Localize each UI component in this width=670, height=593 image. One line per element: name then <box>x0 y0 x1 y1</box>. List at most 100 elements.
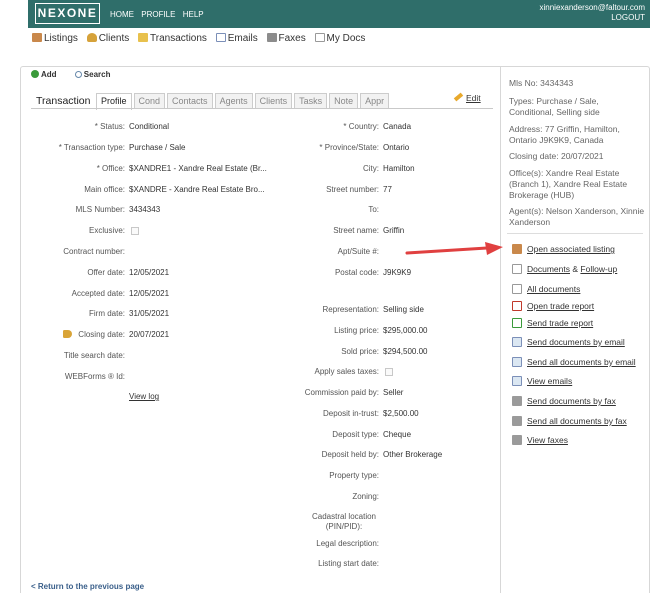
send-all-documents-fax-link[interactable]: Send all documents by fax <box>512 416 627 426</box>
field-street-number: 77 <box>383 185 392 194</box>
person-icon <box>86 33 97 42</box>
action-label: Send documents by email <box>527 337 625 347</box>
logout-link[interactable]: LOGOUT <box>539 13 645 23</box>
tab-tasks[interactable]: Tasks <box>294 93 328 109</box>
search-label: Search <box>83 70 111 79</box>
view-log-link[interactable]: View log <box>129 392 159 401</box>
return-previous-link[interactable]: < Return to the previous page <box>31 582 144 591</box>
module-transactions[interactable]: Transactions <box>138 33 207 44</box>
action-label: Send all documents by email <box>527 357 636 367</box>
search-icon <box>74 71 82 78</box>
documents-icon <box>314 33 325 42</box>
apply-sales-taxes-checkbox[interactable] <box>385 368 393 376</box>
field-transaction-type: Purchase / Sale <box>129 143 186 152</box>
field-firm-date: 31/05/2021 <box>129 309 170 318</box>
module-label: Faxes <box>278 33 306 44</box>
folder-icon <box>138 33 149 42</box>
field-label: Sold price: <box>341 347 379 356</box>
nav-profile[interactable]: PROFILE <box>141 10 175 19</box>
field-label: Commission paid by: <box>304 388 379 397</box>
tab-clients[interactable]: Clients <box>254 93 293 109</box>
mail-icon <box>215 33 226 42</box>
field-city: Hamilton <box>383 164 415 173</box>
field-label: To: <box>368 205 379 214</box>
documents-link[interactable]: Documents <box>527 264 570 274</box>
follow-up-link[interactable]: Follow-up <box>580 264 617 274</box>
action-label: View emails <box>527 376 573 386</box>
tab-appr[interactable]: Appr <box>360 93 390 109</box>
add-button[interactable]: Add <box>31 70 65 79</box>
module-label: Clients <box>98 33 130 44</box>
fax-icon <box>512 396 522 406</box>
toolbar: Add Search <box>31 70 126 79</box>
field-label: Deposit type: <box>332 430 379 439</box>
field-representation: Selling side <box>383 305 424 314</box>
action-label: Send trade report <box>527 318 594 328</box>
house-icon <box>32 33 42 42</box>
document-icon <box>512 264 522 274</box>
nav-help[interactable]: HELP <box>183 10 204 19</box>
field-main-office: $XANDRE - Xandre Real Estate Bro... <box>129 185 265 194</box>
send-all-documents-email-link[interactable]: Send all documents by email <box>512 357 636 367</box>
field-label: Apply sales taxes: <box>314 367 379 376</box>
action-label: Send all documents by fax <box>527 416 627 426</box>
nexone-logo[interactable]: NEXONE <box>35 3 100 24</box>
action-label: Open associated listing <box>527 244 615 254</box>
module-listings[interactable]: Listings <box>32 33 78 44</box>
field-label: Apt/Suite #: <box>337 247 379 256</box>
field-label: Legal description: <box>316 539 379 548</box>
edit-button[interactable]: Edit <box>453 92 481 103</box>
field-postal-code: J9K9K9 <box>383 268 412 277</box>
add-label: Add <box>41 70 57 79</box>
section-title: Transaction <box>36 95 91 107</box>
field-commission-paid-by: Seller <box>383 388 404 397</box>
ampersand: & <box>572 264 579 274</box>
tab-contacts[interactable]: Contacts <box>167 93 213 109</box>
field-label: Deposit in-trust: <box>322 409 379 418</box>
summary-mls: Mls No: 3434343 <box>509 78 574 88</box>
action-label: All documents <box>527 284 581 294</box>
module-clients[interactable]: Clients <box>86 33 130 44</box>
search-button[interactable]: Search <box>74 70 119 79</box>
open-trade-report-link[interactable]: Open trade report <box>512 301 594 311</box>
exclusive-checkbox[interactable] <box>131 227 139 235</box>
send-documents-email-link[interactable]: Send documents by email <box>512 337 625 347</box>
field-status: Conditional <box>129 122 170 131</box>
open-associated-listing-link[interactable]: Open associated listing <box>512 244 615 254</box>
view-emails-link[interactable]: View emails <box>512 376 572 386</box>
field-label: Offer date: <box>87 268 125 277</box>
summary-types: Types: Purchase / Sale, Conditional, Sel… <box>509 96 600 117</box>
bell-icon <box>63 330 72 338</box>
field-label: Closing date: <box>78 330 125 339</box>
field-office: $XANDRE1 - Xandre Real Estate (Br... <box>129 164 267 173</box>
nav-home[interactable]: HOME <box>110 10 134 19</box>
field-label: Firm date: <box>88 309 125 318</box>
module-faxes[interactable]: Faxes <box>266 33 306 44</box>
fax-icon <box>512 416 522 426</box>
module-label: My Docs <box>326 33 366 44</box>
view-faxes-link[interactable]: View faxes <box>512 435 568 445</box>
field-label: WEBForms ® Id: <box>64 372 125 381</box>
field-label: * Office: <box>96 164 125 173</box>
field-label: * Province/State: <box>319 143 379 152</box>
panel-divider <box>500 66 501 593</box>
module-emails[interactable]: Emails <box>215 33 258 44</box>
tab-agents[interactable]: Agents <box>214 93 253 109</box>
field-label: Listing price: <box>334 326 379 335</box>
send-trade-report-link[interactable]: Send trade report <box>512 318 593 328</box>
send-documents-fax-link[interactable]: Send documents by fax <box>512 396 616 406</box>
module-my-docs[interactable]: My Docs <box>314 33 366 44</box>
field-label: * Country: <box>343 122 379 131</box>
module-label: Listings <box>44 33 78 44</box>
field-label: MLS Number: <box>75 205 125 214</box>
field-label: Exclusive: <box>88 226 125 235</box>
action-label: Open trade report <box>527 301 595 311</box>
all-documents-link[interactable]: All documents <box>512 284 580 294</box>
module-label: Emails <box>227 33 258 44</box>
field-label: Contract number: <box>63 247 125 256</box>
action-label: Send documents by fax <box>527 396 616 406</box>
tab-note[interactable]: Note <box>329 93 359 109</box>
field-label: Street number: <box>326 185 379 194</box>
tab-cond[interactable]: Cond <box>133 93 166 109</box>
email-documents-icon <box>512 357 522 367</box>
